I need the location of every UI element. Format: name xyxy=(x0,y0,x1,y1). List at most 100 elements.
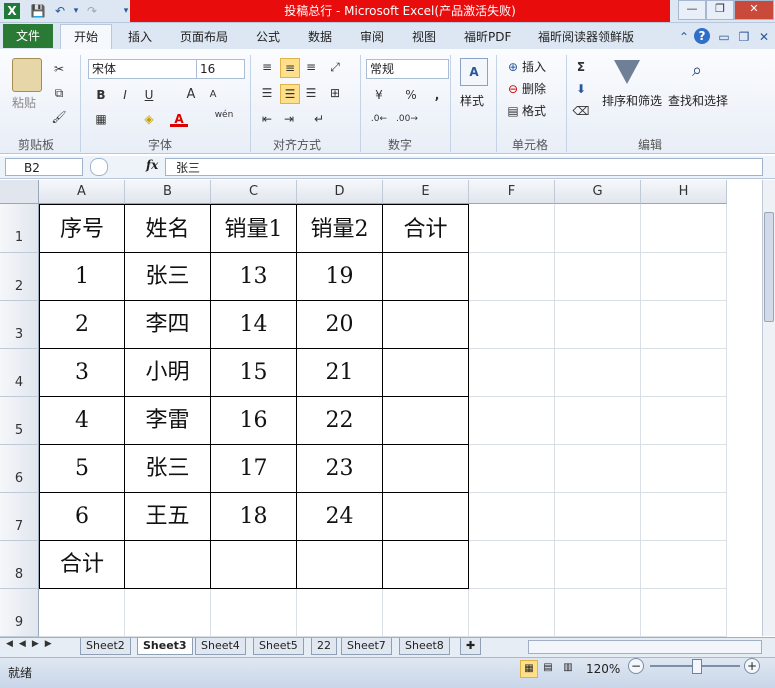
sheet-tab-sheet3[interactable]: Sheet3 xyxy=(137,638,193,655)
cell-h4[interactable] xyxy=(641,349,727,397)
tab-view[interactable]: 视图 xyxy=(406,26,442,48)
align-bottom-icon[interactable]: ≡ xyxy=(302,58,320,76)
cell-c8[interactable] xyxy=(211,541,297,589)
cell-c5[interactable]: 16 xyxy=(211,397,297,445)
insert-cells-icon[interactable]: ⊕ xyxy=(504,58,522,76)
row-header-1[interactable]: 1 xyxy=(0,204,39,253)
format-painter-icon[interactable]: 🖌 xyxy=(50,108,68,126)
delete-cells-button[interactable]: 删除 xyxy=(522,80,546,97)
align-left-icon[interactable]: ☰ xyxy=(258,84,276,102)
tab-insert[interactable]: 插入 xyxy=(122,26,158,48)
text-direction-icon[interactable]: ⤢ xyxy=(326,58,344,76)
cell-a1[interactable]: 序号 xyxy=(39,204,125,253)
select-all-button[interactable] xyxy=(0,180,39,204)
cell-c3[interactable]: 14 xyxy=(211,301,297,349)
cell-d8[interactable] xyxy=(297,541,383,589)
cell-a2[interactable]: 1 xyxy=(39,253,125,301)
styles-button[interactable]: 样式 xyxy=(460,92,484,109)
collapse-ribbon-icon[interactable]: ⌃ xyxy=(676,29,692,45)
font-size-select[interactable]: 16 xyxy=(196,59,245,79)
column-header-f[interactable]: F xyxy=(469,180,555,204)
insert-function-button[interactable]: fx xyxy=(146,158,158,172)
cell-a7[interactable]: 6 xyxy=(39,493,125,541)
sheet-tab-sheet7[interactable]: Sheet7 xyxy=(341,638,392,655)
cell-h3[interactable] xyxy=(641,301,727,349)
align-top-icon[interactable]: ≡ xyxy=(258,58,276,76)
cell-a5[interactable]: 4 xyxy=(39,397,125,445)
cell-d5[interactable]: 22 xyxy=(297,397,383,445)
tab-review[interactable]: 审阅 xyxy=(354,26,390,48)
cell-h7[interactable] xyxy=(641,493,727,541)
cell-b4[interactable]: 小明 xyxy=(125,349,211,397)
sort-filter-button[interactable]: 排序和筛选 xyxy=(602,92,662,109)
binoculars-icon[interactable]: ⌕ xyxy=(684,60,710,82)
cell-h1[interactable] xyxy=(641,204,727,253)
column-header-g[interactable]: G xyxy=(555,180,641,204)
workbook-close-icon[interactable]: ✕ xyxy=(756,29,772,45)
column-header-e[interactable]: E xyxy=(383,180,469,204)
row-header-3[interactable]: 3 xyxy=(0,301,39,349)
sheet-tab-sheet2[interactable]: Sheet2 xyxy=(80,638,131,655)
align-center-icon[interactable]: ☰ xyxy=(280,84,300,104)
page-break-view-icon[interactable]: ▥ xyxy=(560,660,576,676)
tab-page-layout[interactable]: 页面布局 xyxy=(174,26,234,48)
cell-f9[interactable] xyxy=(469,589,555,637)
horizontal-scrollbar[interactable] xyxy=(528,640,762,654)
comma-style-button[interactable]: , xyxy=(428,86,446,104)
row-header-9[interactable]: 9 xyxy=(0,589,39,637)
bold-button[interactable]: B xyxy=(92,86,110,104)
cell-e1[interactable]: 合计 xyxy=(383,204,469,253)
restore-button[interactable]: ❐ xyxy=(706,0,734,20)
cell-e8[interactable] xyxy=(383,541,469,589)
cell-e5[interactable] xyxy=(383,397,469,445)
formula-input[interactable]: 张三 xyxy=(165,158,763,176)
cut-icon[interactable]: ✂ xyxy=(50,60,68,78)
styles-icon[interactable]: A xyxy=(460,58,488,86)
undo-icon[interactable]: ↶ xyxy=(52,3,68,19)
increase-indent-icon[interactable]: ⇥ xyxy=(280,110,298,128)
tab-file[interactable]: 文件 xyxy=(3,24,53,48)
wrap-text-icon[interactable]: ↵ xyxy=(310,110,328,128)
cell-f5[interactable] xyxy=(469,397,555,445)
row-header-8[interactable]: 8 xyxy=(0,541,39,589)
normal-view-icon[interactable]: ▦ xyxy=(520,660,538,678)
cell-c6[interactable]: 17 xyxy=(211,445,297,493)
cell-e6[interactable] xyxy=(383,445,469,493)
redo-icon[interactable]: ↷ xyxy=(84,3,100,19)
format-cells-icon[interactable]: ▤ xyxy=(504,102,522,120)
cell-g8[interactable] xyxy=(555,541,641,589)
cell-c9[interactable] xyxy=(211,589,297,637)
cell-c1[interactable]: 销量1 xyxy=(211,204,297,253)
column-header-b[interactable]: B xyxy=(125,180,211,204)
cell-g3[interactable] xyxy=(555,301,641,349)
cell-g1[interactable] xyxy=(555,204,641,253)
row-header-6[interactable]: 6 xyxy=(0,445,39,493)
decrease-indent-icon[interactable]: ⇤ xyxy=(258,110,276,128)
insert-cells-button[interactable]: 插入 xyxy=(522,58,546,75)
workbook-restore-icon[interactable]: ❐ xyxy=(736,29,752,45)
row-header-7[interactable]: 7 xyxy=(0,493,39,541)
cell-g7[interactable] xyxy=(555,493,641,541)
cell-b1[interactable]: 姓名 xyxy=(125,204,211,253)
merge-center-icon[interactable]: ⊞ xyxy=(326,84,344,102)
cell-c4[interactable]: 15 xyxy=(211,349,297,397)
cell-b2[interactable]: 张三 xyxy=(125,253,211,301)
zoom-in-button[interactable]: + xyxy=(744,658,760,674)
column-header-a[interactable]: A xyxy=(39,180,125,204)
cell-e3[interactable] xyxy=(383,301,469,349)
cell-d9[interactable] xyxy=(297,589,383,637)
column-header-d[interactable]: D xyxy=(297,180,383,204)
name-box[interactable]: B2 xyxy=(5,158,83,176)
minimize-button[interactable]: — xyxy=(678,0,706,20)
cell-f4[interactable] xyxy=(469,349,555,397)
sort-filter-icon[interactable] xyxy=(614,60,640,84)
cell-b7[interactable]: 王五 xyxy=(125,493,211,541)
clear-icon[interactable]: ⌫ xyxy=(572,102,590,120)
cell-a9[interactable] xyxy=(39,589,125,637)
cell-e2[interactable] xyxy=(383,253,469,301)
cell-b8[interactable] xyxy=(125,541,211,589)
cell-h9[interactable] xyxy=(641,589,727,637)
sheet-nav-icon[interactable]: ◀◀▶▶ xyxy=(6,639,58,649)
align-right-icon[interactable]: ☰ xyxy=(302,84,320,102)
cell-g5[interactable] xyxy=(555,397,641,445)
